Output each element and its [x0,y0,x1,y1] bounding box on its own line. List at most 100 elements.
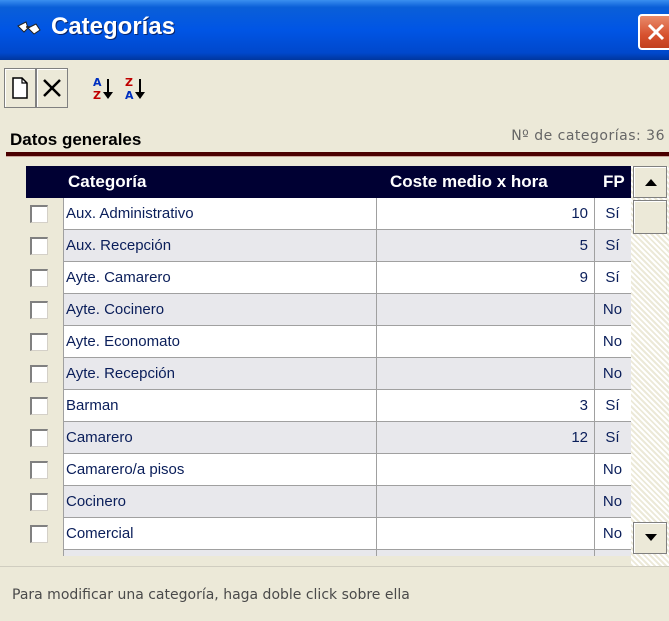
svg-text:Z: Z [125,76,133,89]
checkbox-cell [26,326,63,358]
column-header-fp[interactable]: FP [603,172,625,192]
category-fp: Sí [605,397,620,414]
category-fp: Sí [605,205,620,222]
row-checkbox[interactable] [30,237,48,255]
row-checkbox[interactable] [30,205,48,223]
category-name: Barman [66,397,119,414]
vertical-scrollbar[interactable] [631,166,669,566]
category-name: Ayte. Camarero [66,269,171,286]
new-document-icon [12,77,28,99]
table-row[interactable]: Comercial No [26,518,631,550]
sort-ascending-button[interactable]: A Z [86,68,118,108]
category-fp: No [602,525,623,542]
row-checkbox[interactable] [30,365,48,383]
window-title: Categorías [51,13,176,40]
delete-button[interactable] [36,68,68,108]
delete-icon [43,79,61,97]
table-row[interactable]: Cocinero No [26,486,631,518]
sort-descending-button[interactable]: Z A [118,68,150,108]
row-checkbox[interactable] [30,397,48,415]
section-header: Datos generales Nº de categorías: 36 [0,120,669,152]
row-checkbox[interactable] [30,493,48,511]
close-button[interactable] [638,14,669,50]
categories-grid[interactable]: Categoría Coste medio x hora FP Aux. Adm… [26,166,631,556]
category-name: Ayte. Economato [66,333,180,350]
category-fp: No [602,333,623,350]
row-checkbox[interactable] [30,301,48,319]
checkbox-cell [26,390,63,422]
row-checkbox[interactable] [30,269,48,287]
table-row[interactable]: Aux. Administrativo 10 Sí [26,198,631,230]
category-name: Aux. Recepción [66,237,172,254]
category-fp: No [602,301,623,318]
checkbox-cell [26,294,63,326]
table-row[interactable]: Ayte. Camarero 9 Sí [26,262,631,294]
table-row[interactable]: Camarero/a pisos No [26,454,631,486]
checkbox-cell [26,550,63,556]
title-bar[interactable]: Categorías [0,0,669,60]
sort-za-icon: Z A [125,76,145,102]
table-row[interactable]: Ayte. Recepción No [26,358,631,390]
svg-text:A: A [93,76,102,89]
checkbox-cell [26,422,63,454]
category-fp: Sí [605,429,620,446]
row-checkbox[interactable] [30,333,48,351]
category-fp: No [602,493,623,510]
column-header-coste[interactable]: Coste medio x hora [390,172,548,192]
category-fp: Sí [605,237,620,254]
category-cost: 5 [579,237,588,254]
row-checkbox[interactable] [30,461,48,479]
category-fp: No [602,461,623,478]
scrollbar-thumb[interactable] [633,200,667,234]
close-icon [647,23,665,41]
category-name: Comercial [66,525,134,542]
arrow-up-icon [645,179,657,186]
category-name: Camarero/a pisos [66,461,185,478]
section-divider-shadow [6,156,669,157]
table-row[interactable] [26,550,631,556]
category-name: Cocinero [66,493,127,510]
sort-az-icon: A Z [93,76,113,102]
table-row[interactable]: Ayte. Cocinero No [26,294,631,326]
table-row[interactable]: Camarero 12 Sí [26,422,631,454]
category-count: Nº de categorías: 36 [511,128,665,144]
checkbox-cell [26,262,63,294]
column-divider [63,198,64,556]
arrow-down-icon [645,534,657,541]
glasses-icon [17,21,41,35]
row-checkbox[interactable] [30,429,48,447]
status-bar: Para modificar una categoría, haga doble… [0,566,669,621]
toolbar: A Z Z A [0,60,669,120]
category-cost: 9 [579,269,588,286]
section-title: Datos generales [10,130,142,149]
category-fp: Sí [605,269,620,286]
status-hint: Para modificar una categoría, haga doble… [12,587,410,603]
new-button[interactable] [4,68,36,108]
category-fp: No [602,365,623,382]
row-checkbox[interactable] [30,525,48,543]
category-cost: 10 [571,205,588,222]
table-row[interactable]: Aux. Recepción 5 Sí [26,230,631,262]
category-name: Aux. Administrativo [66,205,194,222]
checkbox-cell [26,358,63,390]
column-divider [376,198,377,556]
checkbox-cell [26,518,63,550]
table-row[interactable]: Ayte. Economato No [26,326,631,358]
scroll-down-button[interactable] [633,522,667,554]
category-cost: 12 [571,429,588,446]
checkbox-cell [26,198,63,230]
scroll-up-button[interactable] [633,166,667,198]
category-cost: 3 [579,397,588,414]
svg-text:A: A [125,89,134,102]
column-divider [594,198,595,556]
table-row[interactable]: Barman 3 Sí [26,390,631,422]
checkbox-cell [26,454,63,486]
grid-header: Categoría Coste medio x hora FP [26,166,631,198]
column-header-categoria[interactable]: Categoría [68,172,146,192]
category-name: Camarero [66,429,133,446]
checkbox-cell [26,230,63,262]
checkbox-cell [26,486,63,518]
category-name: Ayte. Recepción [66,365,175,382]
svg-text:Z: Z [93,89,101,102]
category-name: Ayte. Cocinero [66,301,165,318]
